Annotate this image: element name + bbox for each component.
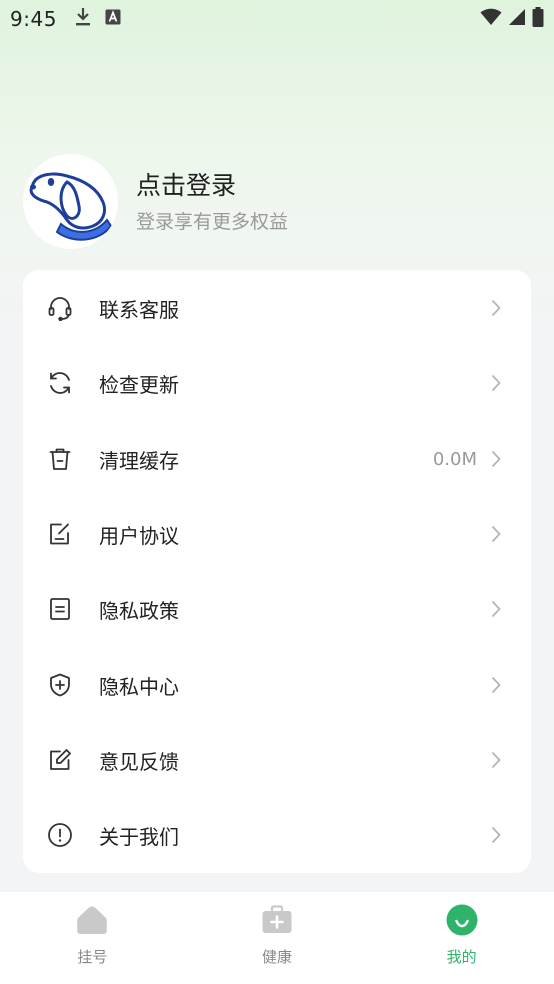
smile-icon bbox=[446, 904, 478, 936]
document-icon bbox=[47, 596, 73, 622]
refresh-icon bbox=[47, 370, 73, 396]
menu-item-label: 清理缓存 bbox=[99, 448, 179, 473]
trash-icon bbox=[47, 446, 73, 472]
edit-icon bbox=[47, 747, 73, 773]
tab-register[interactable]: 挂号 bbox=[0, 892, 185, 984]
login-subtitle: 登录享有更多权益 bbox=[136, 211, 289, 233]
chevron-right-icon bbox=[491, 826, 505, 844]
info-icon bbox=[47, 822, 73, 848]
menu-item-label: 关于我们 bbox=[99, 824, 179, 849]
avatar[interactable] bbox=[23, 154, 118, 249]
tab-label: 健康 bbox=[262, 948, 293, 966]
menu-item-label: 用户协议 bbox=[99, 523, 179, 548]
chevron-right-icon bbox=[491, 676, 505, 694]
menu-item-check-update[interactable]: 检查更新 bbox=[23, 353, 531, 413]
status-time: 9:45 bbox=[10, 7, 57, 31]
dog-avatar-icon bbox=[29, 172, 113, 241]
tab-mine[interactable]: 我的 bbox=[369, 892, 554, 984]
bottom-tab-bar: 挂号 健康 我的 bbox=[0, 892, 554, 984]
chevron-right-icon bbox=[491, 299, 505, 317]
wifi-icon bbox=[480, 8, 502, 30]
download-icon bbox=[75, 7, 91, 31]
menu-item-label: 联系客服 bbox=[99, 297, 179, 322]
menu-item-clear-cache[interactable]: 清理缓存 0.0M bbox=[23, 429, 531, 489]
status-bar: 9:45 bbox=[0, 0, 554, 38]
home-icon bbox=[76, 904, 108, 936]
signal-icon bbox=[508, 8, 526, 30]
shield-plus-icon bbox=[47, 672, 73, 698]
menu-item-feedback[interactable]: 意见反馈 bbox=[23, 730, 531, 790]
tab-label: 挂号 bbox=[77, 948, 108, 966]
menu-item-label: 隐私政策 bbox=[99, 598, 179, 623]
settings-menu-card: 联系客服 检查更新 清理缓存 0.0M 用户协议 隐私政策 隐私中心 意见反馈 … bbox=[23, 270, 531, 873]
menu-item-privacy-policy[interactable]: 隐私政策 bbox=[23, 579, 531, 639]
battery-icon bbox=[532, 7, 544, 31]
cache-size-value: 0.0M bbox=[432, 448, 477, 470]
tab-health[interactable]: 健康 bbox=[185, 892, 370, 984]
medkit-icon bbox=[261, 904, 293, 936]
agreement-icon bbox=[47, 521, 73, 547]
login-title[interactable]: 点击登录 bbox=[136, 169, 288, 203]
chevron-right-icon bbox=[491, 374, 505, 392]
menu-item-label: 意见反馈 bbox=[99, 749, 179, 774]
chevron-right-icon bbox=[491, 600, 505, 618]
menu-item-about-us[interactable]: 关于我们 bbox=[23, 805, 531, 865]
menu-item-contact-support[interactable]: 联系客服 bbox=[23, 278, 531, 338]
menu-item-privacy-center[interactable]: 隐私中心 bbox=[23, 655, 531, 715]
menu-item-label: 隐私中心 bbox=[99, 674, 179, 699]
chevron-right-icon bbox=[491, 751, 505, 769]
chevron-right-icon bbox=[491, 450, 505, 468]
menu-item-label: 检查更新 bbox=[99, 372, 179, 397]
login-profile[interactable]: 点击登录 登录享有更多权益 bbox=[23, 154, 523, 249]
a-box-icon bbox=[105, 9, 121, 29]
chevron-right-icon bbox=[491, 525, 505, 543]
headset-icon bbox=[47, 295, 73, 321]
menu-item-user-agreement[interactable]: 用户协议 bbox=[23, 504, 531, 564]
tab-label: 我的 bbox=[446, 948, 477, 966]
